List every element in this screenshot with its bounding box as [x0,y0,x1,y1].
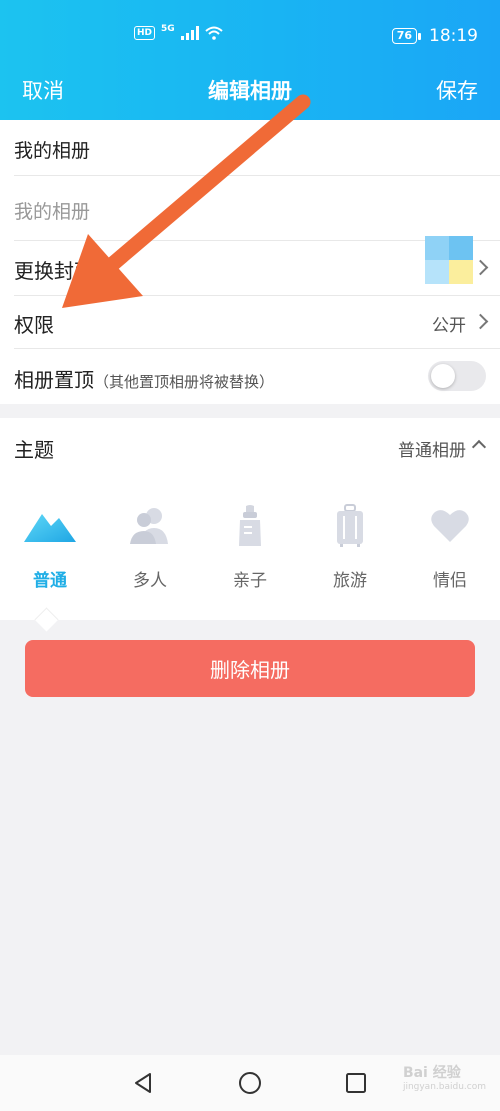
album-name-field[interactable]: 我的相册 [0,176,500,240]
mountain-icon [24,514,76,542]
chevron-up-icon[interactable] [471,439,487,455]
theme-section: 主题 普通相册 普通 多人 亲子 旅游 情侣 [0,418,500,620]
clock: 18:19 [429,26,478,46]
pin-album-label: 相册置顶（其他置顶相册将被替换） [14,368,275,392]
back-icon[interactable] [132,1072,154,1094]
cover-thumbnail[interactable] [425,236,473,284]
theme-option-travel[interactable]: 旅游 [300,496,400,591]
hd-badge: HD [134,26,156,40]
theme-option-group[interactable]: 多人 [100,496,200,591]
chevron-right-icon [472,259,489,276]
battery-icon: 76 [391,28,421,44]
wifi-icon [205,26,223,40]
pin-album-note: （其他置顶相册将被替换） [94,373,275,391]
album-name-label: 我的相册 [14,140,91,162]
pin-album-toggle[interactable] [428,361,486,391]
album-name-header: 我的相册 [0,120,500,175]
signal-icon [180,26,199,40]
save-button[interactable]: 保存 [436,75,478,105]
theme-options: 普通 多人 亲子 旅游 情侣 [0,496,500,606]
permission-row[interactable]: 权限 公开 [0,296,500,348]
heart-icon [431,510,469,542]
permission-label: 权限 [14,313,54,337]
theme-selected[interactable]: 普通相册 [398,436,466,461]
app-header: HD 5G 76 18:19 取消 编辑相册 保存 [0,0,500,120]
theme-option-label: 旅游 [333,571,367,591]
recents-icon[interactable] [345,1072,367,1094]
pin-album-row: 相册置顶（其他置顶相册将被替换） [0,349,500,404]
theme-option-label: 亲子 [233,571,267,591]
theme-option-label: 普通 [33,571,67,591]
page-title: 编辑相册 [208,79,292,103]
theme-option-label: 情侣 [433,571,467,591]
permission-value: 公开 [432,316,466,336]
album-settings: 我的相册 我的相册 更换封面 权限 公开 相册置顶（其他置顶相册将被替换） [0,120,500,404]
status-bar: HD 5G 76 18:19 [0,24,500,50]
album-name-input[interactable]: 我的相册 [14,197,90,224]
theme-option-family[interactable]: 亲子 [200,496,300,591]
people-icon [130,508,168,544]
baby-bottle-icon [239,505,261,546]
chevron-right-icon [472,313,489,330]
suitcase-icon [337,504,363,547]
baidu-watermark: Bai 经验 jingyan.baidu.com [402,1065,486,1092]
theme-option-couple[interactable]: 情侣 [400,496,500,591]
home-icon[interactable] [238,1071,262,1095]
theme-label: 主题 [14,438,54,462]
change-cover-label: 更换封面 [14,259,94,283]
network-indicators: HD 5G [134,24,223,40]
theme-option-normal[interactable]: 普通 [0,496,100,591]
title-bar: 取消 编辑相册 保存 [0,72,500,108]
delete-album-button[interactable]: 删除相册 [25,640,475,697]
network-type: 5G [161,24,175,34]
theme-option-label: 多人 [133,571,167,591]
